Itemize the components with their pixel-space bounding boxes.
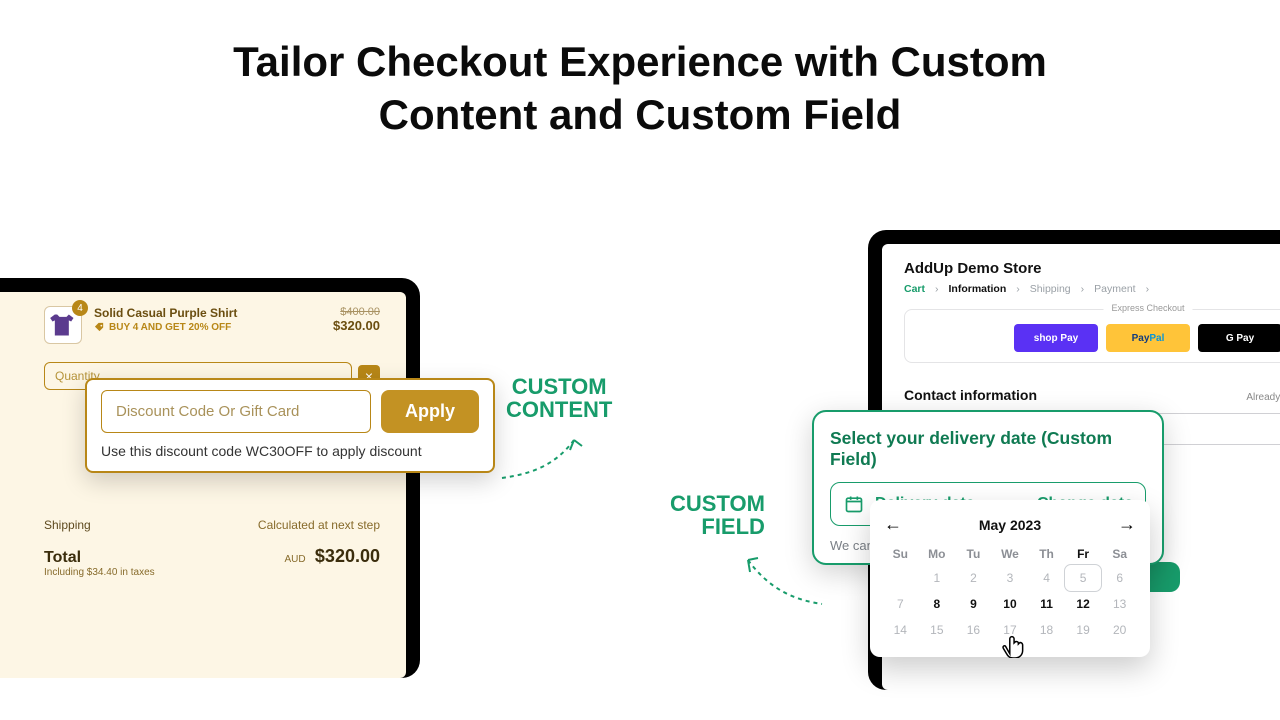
discount-hint: Use this discount code WC30OFF to apply … — [101, 443, 479, 459]
price-final: $320.00 — [333, 318, 380, 333]
dow-we: We — [992, 543, 1029, 565]
shipping-value: Calculated at next step — [258, 518, 380, 532]
pointer-cursor-icon — [1000, 628, 1026, 665]
arrow-to-content — [494, 432, 584, 492]
cal-next[interactable]: → — [1118, 514, 1136, 535]
tag-icon — [94, 322, 105, 333]
total-label: Total — [44, 549, 155, 567]
cal-day-15: 15 — [919, 617, 956, 643]
crumb-cart[interactable]: Cart — [904, 283, 925, 295]
headline-line1: Tailor Checkout Experience with Custom — [233, 38, 1047, 85]
cal-day-1: 1 — [919, 565, 956, 591]
cal-day-5: 5 — [1065, 565, 1102, 591]
cal-day-7: 7 — [882, 591, 919, 617]
discount-callout: Discount Code Or Gift Card Apply Use thi… — [85, 378, 495, 473]
cal-month: May 2023 — [979, 517, 1041, 533]
checkout-summary: Pay 4 Solid Casual Purple Shirt BUY 4 AN… — [0, 292, 406, 678]
cal-day-20: 20 — [1101, 617, 1138, 643]
express-checkout: Express Checkout shop Pay PayPal G Pay — [904, 309, 1280, 363]
tax-note: Including $34.40 in taxes — [44, 567, 155, 578]
cal-day-16: 16 — [955, 617, 992, 643]
qty-badge: 4 — [72, 300, 88, 316]
express-label: Express Checkout — [1103, 303, 1192, 313]
dow-tu: Tu — [955, 543, 992, 565]
crumb-info: Information — [949, 283, 1007, 295]
cal-day-11[interactable]: 11 — [1028, 591, 1065, 617]
cal-day-4: 4 — [1028, 565, 1065, 591]
crumb-pay: Payment — [1094, 283, 1135, 295]
custom-field-label: CUSTOMFIELD — [670, 492, 765, 538]
cal-day-8[interactable]: 8 — [919, 591, 956, 617]
cal-day-14: 14 — [882, 617, 919, 643]
shirt-icon — [49, 311, 77, 339]
total-amount: $320.00 — [315, 546, 380, 566]
account-prompt: Already have an account? Log in — [1246, 392, 1280, 403]
store-name: AddUp Demo Store — [904, 260, 1280, 277]
shipping-label: Shipping — [44, 518, 91, 532]
apply-button[interactable]: Apply — [381, 390, 479, 433]
dow-mo: Mo — [919, 543, 956, 565]
contact-heading: Contact information — [904, 387, 1037, 403]
calendar-icon — [843, 493, 865, 515]
currency: AUD — [284, 554, 305, 565]
cal-day-13: 13 — [1101, 591, 1138, 617]
dow-th: Th — [1028, 543, 1065, 565]
dow-fr: Fr — [1065, 543, 1102, 565]
price-original: $400.00 — [333, 306, 380, 318]
cal-day-10[interactable]: 10 — [992, 591, 1029, 617]
cal-day-19: 19 — [1065, 617, 1102, 643]
cal-day-18: 18 — [1028, 617, 1065, 643]
dow-sa: Sa — [1101, 543, 1138, 565]
product-line: 4 Solid Casual Purple Shirt BUY 4 AND GE… — [44, 306, 380, 344]
page-headline: Tailor Checkout Experience with Custom C… — [0, 0, 1280, 141]
cal-day-2: 2 — [955, 565, 992, 591]
product-offer: BUY 4 AND GET 20% OFF — [94, 322, 237, 333]
custom-content-label: CUSTOMCONTENT — [506, 375, 612, 421]
arrow-to-field — [740, 552, 830, 622]
tablet-left: Pay 4 Solid Casual Purple Shirt BUY 4 AN… — [0, 278, 420, 678]
cal-prev[interactable]: ← — [884, 514, 902, 535]
shoppay-button[interactable]: shop Pay — [1014, 324, 1098, 352]
paypal-button[interactable]: PayPal — [1106, 324, 1190, 352]
breadcrumb: Cart› Information› Shipping› Payment› — [904, 283, 1280, 295]
gpay-button[interactable]: G Pay — [1198, 324, 1280, 352]
dow-su: Su — [882, 543, 919, 565]
product-title: Solid Casual Purple Shirt — [94, 306, 237, 320]
crumb-ship: Shipping — [1030, 283, 1071, 295]
cal-day-6: 6 — [1101, 565, 1138, 591]
product-thumb: 4 — [44, 306, 82, 344]
cal-day-3: 3 — [992, 565, 1029, 591]
cal-day-12[interactable]: 12 — [1065, 591, 1102, 617]
cal-day-9[interactable]: 9 — [955, 591, 992, 617]
discount-input[interactable]: Discount Code Or Gift Card — [101, 390, 371, 433]
dp-title: Select your delivery date (Custom Field) — [830, 428, 1146, 470]
headline-line2: Content and Custom Field — [379, 91, 902, 138]
